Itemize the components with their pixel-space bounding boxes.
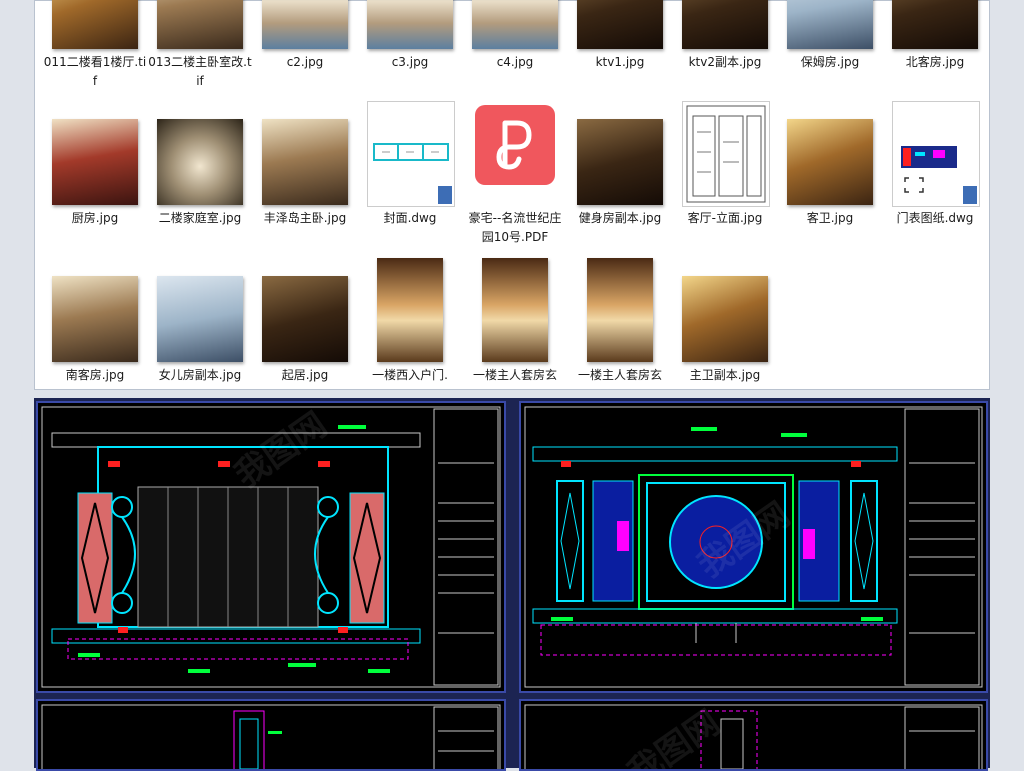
file-name-label: c3.jpg [391,55,429,69]
file-name-label: 客卫.jpg [806,211,854,225]
file-name-label: 一楼主人套房玄 [577,368,662,382]
file-item[interactable]: 厨房.jpg [43,101,147,251]
dwg-file-icon [373,143,452,204]
file-name-label: 健身房副本.jpg [578,211,662,225]
file-item[interactable]: 豪宅--名流世纪庄园10号.PDF [463,101,567,251]
file-name-label: 一楼主人套房玄 [472,368,557,382]
file-item[interactable]: 一楼主人套房玄 [463,258,567,408]
file-thumbnail[interactable] [682,0,768,49]
file-name-label: 一楼西入户门. [372,368,448,382]
file-name-label: 二楼家庭室.jpg [158,211,242,225]
file-name-label: 011二楼看1楼厅.tif [43,55,147,88]
file-thumbnail[interactable] [577,119,663,205]
elevation-drawing-4 [524,704,983,769]
cad-sheet-elevation-1: 我图网 [36,401,506,693]
file-thumbnail[interactable] [787,119,873,205]
file-item[interactable]: 客厅-立面.jpg [673,101,777,251]
file-item[interactable]: 主卫副本.jpg [673,258,777,408]
file-name-label: 北客房.jpg [905,55,965,69]
file-thumbnail[interactable] [577,0,663,49]
file-thumbnail[interactable] [52,119,138,205]
file-name-label: ktv2副本.jpg [688,55,762,69]
file-name-label: 门表图纸.dwg [896,211,974,225]
file-item[interactable]: 门表图纸.dwg [883,101,987,251]
cad-sheet-elevation-3 [36,699,506,771]
file-thumbnail[interactable] [367,0,453,49]
file-thumbnail[interactable] [475,105,555,185]
file-name-label: 主卫副本.jpg [689,368,761,382]
file-thumbnail[interactable] [367,101,455,207]
file-name-label: 厨房.jpg [71,211,119,225]
file-thumbnail[interactable] [52,276,138,362]
file-thumbnail[interactable] [157,0,243,49]
file-item[interactable]: 健身房副本.jpg [568,101,672,251]
file-thumbnail[interactable] [892,0,978,49]
file-item[interactable]: 南客房.jpg [43,258,147,408]
file-name-label: ktv1.jpg [595,55,645,69]
file-thumbnail[interactable] [682,276,768,362]
file-item[interactable]: 一楼主人套房玄 [568,258,672,408]
file-thumbnail[interactable] [787,0,873,49]
file-thumbnail[interactable] [52,0,138,49]
file-name-label: c4.jpg [496,55,534,69]
dwg-file-icon [901,146,977,204]
file-thumbnail[interactable] [262,119,348,205]
file-thumbnail[interactable] [262,0,348,49]
cad-preview-area: 我图网 我图网 我图网 [34,398,990,771]
pdf-app-icon [496,120,532,170]
file-item[interactable]: 女儿房副本.jpg [148,258,252,408]
file-name-label: 南客房.jpg [65,368,125,382]
file-name-label: 013二楼主卧室改.tif [148,55,252,88]
file-name-label: 客厅-立面.jpg [687,211,763,225]
file-thumbnail[interactable] [587,258,653,362]
file-item[interactable]: 起居.jpg [253,258,357,408]
file-item[interactable]: 一楼西入户门. [358,258,462,408]
file-name-label: 女儿房副本.jpg [158,368,242,382]
file-item[interactable]: 二楼家庭室.jpg [148,101,252,251]
cad-sheet-elevation-4: 我图网 [519,699,988,771]
file-thumbnail[interactable] [892,101,980,207]
file-item[interactable]: 封面.dwg [358,101,462,251]
file-thumbnail[interactable] [157,276,243,362]
file-thumbnail[interactable] [377,258,443,362]
file-thumbnail[interactable] [472,0,558,49]
file-thumbnail[interactable] [482,258,548,362]
file-name-label: c2.jpg [286,55,324,69]
file-thumbnail[interactable] [682,101,770,207]
file-name-label: 丰泽岛主卧.jpg [263,211,347,225]
file-name-label: 豪宅--名流世纪庄园10号.PDF [468,211,562,244]
elevation-drawing-3 [41,704,501,769]
file-name-label: 起居.jpg [281,368,329,382]
sketch-thumbnail [686,105,766,203]
file-thumbnail[interactable] [262,276,348,362]
file-explorer: 011二楼看1楼厅.tif 013二楼主卧室改.tif c2.jpg c3.jpg c4… [34,0,990,390]
file-name-label: 保姆房.jpg [800,55,860,69]
file-thumbnail[interactable] [157,119,243,205]
file-item[interactable]: 客卫.jpg [778,101,882,251]
file-item[interactable]: 丰泽岛主卧.jpg [253,101,357,251]
cad-sheet-elevation-2: 我图网 [519,401,988,693]
file-name-label: 封面.dwg [383,211,437,225]
